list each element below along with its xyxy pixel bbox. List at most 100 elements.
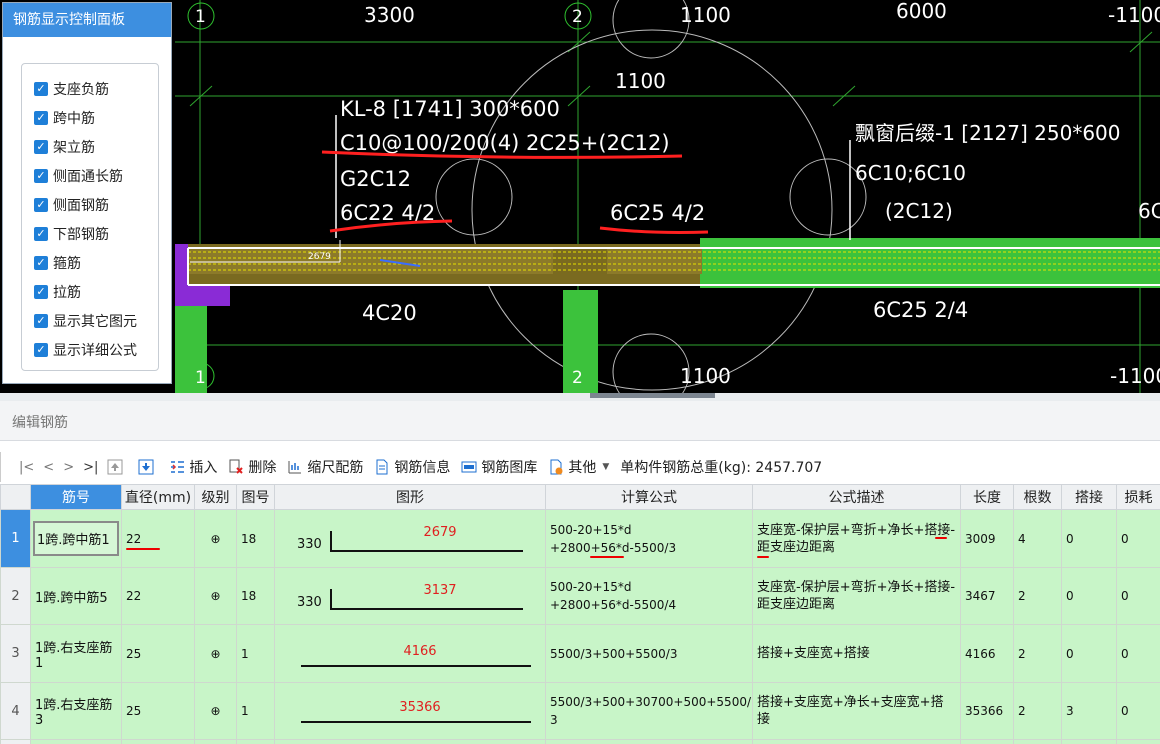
count-cell[interactable]: 4 xyxy=(1013,509,1062,568)
table-row[interactable] xyxy=(0,739,1160,744)
empty-cell[interactable] xyxy=(236,739,275,744)
option-bottom-rebar[interactable]: ✓ 下部钢筋 xyxy=(34,219,158,248)
rebar-info-button[interactable]: 钢筋信息 xyxy=(374,457,450,477)
rebar-name-selected[interactable]: 1跨.跨中筋1 xyxy=(33,521,119,556)
column-header[interactable]: 根数 xyxy=(1013,484,1062,510)
lap-cell[interactable]: 0 xyxy=(1061,624,1117,683)
formula-cell[interactable]: 5500/3+500+5500/3 xyxy=(545,624,753,683)
column-header[interactable]: 计算公式 xyxy=(545,484,753,510)
loss-cell[interactable]: 0 xyxy=(1116,567,1160,625)
empty-cell[interactable] xyxy=(121,739,195,744)
option-side-rebar[interactable]: ✓ 侧面钢筋 xyxy=(34,190,158,219)
checkbox-checked-icon[interactable]: ✓ xyxy=(34,255,48,270)
lap-cell[interactable]: 0 xyxy=(1061,567,1117,625)
option-erection-rebar[interactable]: ✓ 架立筋 xyxy=(34,132,158,161)
splitter-grip-handle[interactable] xyxy=(590,393,715,398)
column-header[interactable]: 长度 xyxy=(960,484,1014,510)
description-cell[interactable]: 支座宽-保护层+弯折+净长+搭接-距支座边距离 xyxy=(752,509,961,568)
option-stirrup[interactable]: ✓ 箍筋 xyxy=(34,248,158,277)
column-header[interactable]: 搭接 xyxy=(1061,484,1117,510)
option-show-other-elements[interactable]: ✓ 显示其它图元 xyxy=(34,306,158,335)
table-row[interactable]: 3 1跨.右支座筋1 25 ⊕ 1 4166 5500/3+500+5500/3… xyxy=(0,624,1160,683)
checkbox-checked-icon[interactable]: ✓ xyxy=(34,313,48,328)
figure-no-cell[interactable]: 1 xyxy=(236,624,275,683)
grade-cell[interactable]: ⊕ xyxy=(194,624,237,683)
column-header[interactable]: 筋号 xyxy=(30,484,122,510)
nav-next-button[interactable]: > xyxy=(63,460,74,475)
checkbox-checked-icon[interactable]: ✓ xyxy=(34,168,48,183)
move-down-button[interactable] xyxy=(138,459,158,475)
lap-cell[interactable]: 3 xyxy=(1061,682,1117,740)
option-support-negative-rebar[interactable]: ✓ 支座负筋 xyxy=(34,74,158,103)
nav-first-button[interactable]: |< xyxy=(19,460,34,475)
description-cell[interactable]: 支座宽-保护层+弯折+净长+搭接-距支座边距离 xyxy=(752,567,961,625)
option-show-detailed-formula[interactable]: ✓ 显示详细公式 xyxy=(34,335,158,364)
column-header[interactable]: 直径(mm) xyxy=(121,484,195,510)
row-number[interactable]: 3 xyxy=(0,624,31,683)
length-cell[interactable]: 35366 xyxy=(960,682,1014,740)
count-cell[interactable]: 2 xyxy=(1013,624,1062,683)
length-cell[interactable]: 3467 xyxy=(960,567,1014,625)
checkbox-checked-icon[interactable]: ✓ xyxy=(34,139,48,154)
delete-button[interactable]: 删除 xyxy=(228,457,276,477)
column-header[interactable]: 公式描述 xyxy=(752,484,961,510)
empty-cell[interactable] xyxy=(1061,739,1117,744)
empty-cell[interactable] xyxy=(30,739,122,744)
formula-cell[interactable]: 5500/3+500+30700+500+5500/3 xyxy=(545,682,753,740)
checkbox-checked-icon[interactable]: ✓ xyxy=(34,81,48,96)
pane-splitter[interactable] xyxy=(0,393,1160,401)
row-number[interactable]: 4 xyxy=(0,682,31,740)
other-dropdown-button[interactable]: 其他 ▼ xyxy=(548,457,609,477)
checkbox-checked-icon[interactable]: ✓ xyxy=(34,110,48,125)
figure-cell[interactable]: 330 3137 xyxy=(274,567,546,625)
count-cell[interactable]: 2 xyxy=(1013,567,1062,625)
scale-rebar-button[interactable]: 缩尺配筋 xyxy=(287,457,363,477)
rebar-name-cell[interactable]: 1跨.右支座筋1 xyxy=(30,624,122,683)
checkbox-checked-icon[interactable]: ✓ xyxy=(34,226,48,241)
length-cell[interactable]: 3009 xyxy=(960,509,1014,568)
table-row[interactable]: 1 1跨.跨中筋1 22 ⊕ 18 330 2679 500-20+15*d +2… xyxy=(0,509,1160,568)
rebar-library-button[interactable]: 钢筋图库 xyxy=(461,457,537,477)
description-cell[interactable]: 搭接+支座宽+搭接 xyxy=(752,624,961,683)
option-mid-span-rebar[interactable]: ✓ 跨中筋 xyxy=(34,103,158,132)
loss-cell[interactable]: 0 xyxy=(1116,509,1160,568)
column-header[interactable]: 损耗 xyxy=(1116,484,1160,510)
loss-cell[interactable]: 0 xyxy=(1116,624,1160,683)
empty-cell[interactable] xyxy=(194,739,237,744)
figure-no-cell[interactable]: 1 xyxy=(236,682,275,740)
nav-prev-button[interactable]: < xyxy=(43,460,54,475)
empty-cell[interactable] xyxy=(752,739,961,744)
table-row[interactable]: 4 1跨.右支座筋3 25 ⊕ 1 35366 5500/3+500+30700… xyxy=(0,682,1160,740)
rebar-name-cell[interactable]: 1跨.右支座筋3 xyxy=(30,682,122,740)
empty-cell[interactable] xyxy=(1116,739,1160,744)
cad-drawing[interactable]: 1 2 1 2 3300 1100 6000 -1100 1100 1100 -… xyxy=(0,0,1160,393)
rebar-name-cell[interactable]: 1跨.跨中筋5 xyxy=(30,567,122,625)
empty-cell[interactable] xyxy=(274,739,546,744)
description-cell[interactable]: 搭接+支座宽+净长+支座宽+搭接 xyxy=(752,682,961,740)
checkbox-checked-icon[interactable]: ✓ xyxy=(34,197,48,212)
grade-cell[interactable]: ⊕ xyxy=(194,567,237,625)
figure-cell[interactable]: 35366 xyxy=(274,682,546,740)
column-header[interactable]: 图号 xyxy=(236,484,275,510)
loss-cell[interactable]: 0 xyxy=(1116,682,1160,740)
table-row[interactable]: 2 1跨.跨中筋5 22 ⊕ 18 330 3137 500-20+15*d +2… xyxy=(0,567,1160,625)
diameter-cell[interactable]: 25 xyxy=(121,682,195,740)
diameter-cell[interactable]: 22 xyxy=(121,567,195,625)
option-tie-bar[interactable]: ✓ 拉筋 xyxy=(34,277,158,306)
figure-cell[interactable]: 4166 xyxy=(274,624,546,683)
option-side-through-rebar[interactable]: ✓ 侧面通长筋 xyxy=(34,161,158,190)
row-number[interactable]: 1 xyxy=(0,509,31,568)
lap-cell[interactable]: 0 xyxy=(1061,509,1117,568)
checkbox-checked-icon[interactable]: ✓ xyxy=(34,284,48,299)
length-cell[interactable]: 4166 xyxy=(960,624,1014,683)
nav-last-button[interactable]: >| xyxy=(83,460,98,475)
column-header[interactable]: 级别 xyxy=(194,484,237,510)
insert-button[interactable]: 插入 xyxy=(169,457,217,477)
column-header[interactable]: 图形 xyxy=(274,484,546,510)
row-number[interactable] xyxy=(0,739,31,744)
diameter-cell[interactable]: 25 xyxy=(121,624,195,683)
rebar-name-cell[interactable]: 1跨.跨中筋1 xyxy=(30,509,122,568)
figure-cell[interactable]: 330 2679 xyxy=(274,509,546,568)
move-up-button[interactable] xyxy=(107,459,127,475)
diameter-cell[interactable]: 22 xyxy=(121,509,195,568)
